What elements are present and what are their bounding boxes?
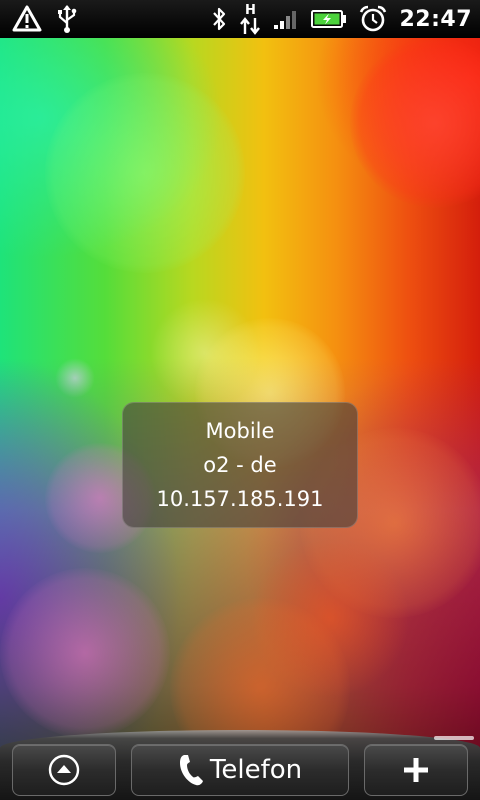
add-icon — [401, 755, 431, 785]
bluetooth-icon — [211, 6, 227, 32]
battery-charging-icon — [311, 9, 347, 29]
all-apps-icon — [47, 753, 81, 787]
status-clock: 22:47 — [399, 6, 472, 32]
phone-button[interactable]: Telefon — [131, 744, 349, 796]
network-info-widget[interactable]: Mobile o2 - de 10.157.185.191 — [122, 402, 358, 528]
ip-address: 10.157.185.191 — [156, 487, 324, 511]
dock-highlight — [434, 736, 474, 740]
operator-name: o2 - de — [203, 453, 277, 477]
alarm-clock-icon — [359, 5, 387, 33]
data-arrows-icon — [240, 16, 261, 35]
add-to-home-button[interactable] — [364, 744, 468, 796]
system-icons: H 22:47 — [211, 0, 472, 38]
usb-icon — [56, 4, 78, 34]
launcher-dock: Telefon — [0, 730, 480, 800]
status-bar[interactable]: H 22:47 — [0, 0, 480, 38]
data-type-label: H — [245, 2, 256, 18]
warning-icon — [12, 5, 42, 33]
hsdpa-data-icon: H — [239, 2, 261, 36]
all-apps-button[interactable] — [12, 744, 116, 796]
notification-icons — [12, 0, 78, 38]
wallpaper-bokeh — [0, 568, 170, 738]
phone-label: Telefon — [209, 755, 303, 785]
network-type: Mobile — [205, 419, 275, 443]
signal-icon — [273, 8, 299, 30]
phone-handset-icon — [178, 753, 204, 787]
